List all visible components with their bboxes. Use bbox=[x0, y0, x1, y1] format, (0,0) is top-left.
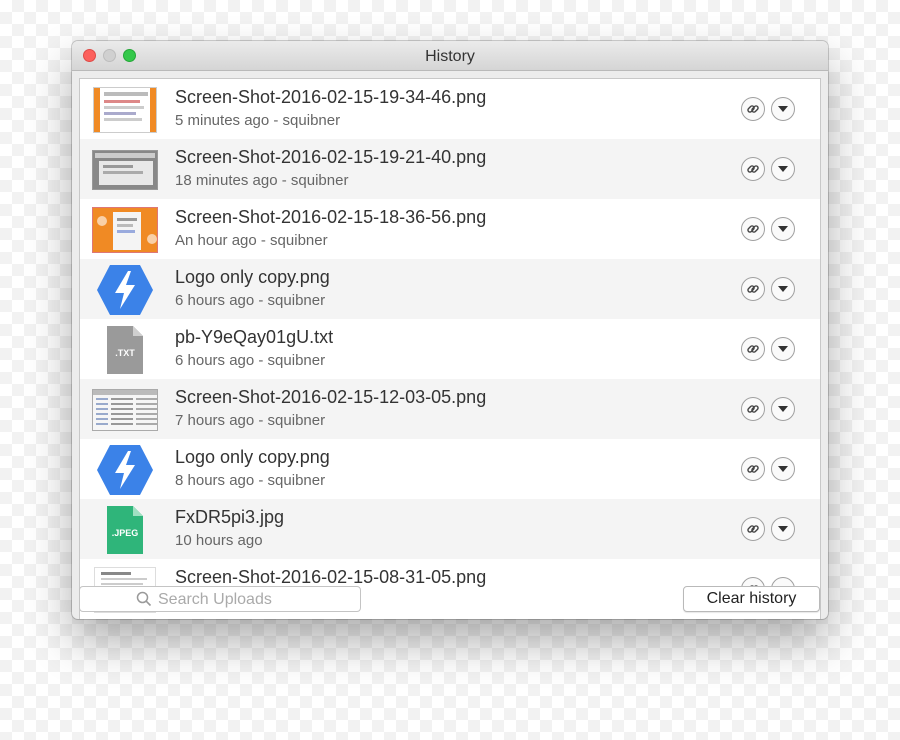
file-meta: 8 hours ago - squibner bbox=[175, 472, 326, 489]
link-icon bbox=[747, 165, 759, 173]
list-item[interactable]: Screen-Shot-2016-02-15-12-03-05.png 7 ho… bbox=[80, 379, 820, 439]
file-name: Screen-Shot-2016-02-15-12-03-05.png bbox=[175, 387, 487, 407]
file-meta: 5 minutes ago - squibner bbox=[175, 112, 341, 129]
file-name: pb-Y9eQay01gU.txt bbox=[175, 327, 334, 347]
thumbnail bbox=[92, 145, 158, 195]
thumbnail bbox=[92, 265, 158, 315]
file-name: Screen-Shot-2016-02-15-18-36-56.png bbox=[175, 207, 487, 227]
link-icon bbox=[747, 105, 759, 113]
link-icon bbox=[747, 525, 759, 533]
history-window: History Screen-Shot-2016-02-15-19-34-46.… bbox=[72, 41, 828, 619]
chevron-down-icon bbox=[778, 106, 788, 112]
list-item[interactable]: Logo only copy.png 8 hours ago - squibne… bbox=[80, 439, 820, 499]
link-icon bbox=[747, 465, 759, 473]
item-menu-button[interactable] bbox=[771, 217, 795, 241]
history-list[interactable]: Screen-Shot-2016-02-15-19-34-46.png 5 mi… bbox=[79, 78, 821, 619]
file-meta: 7 hours ago - squibner bbox=[175, 412, 326, 429]
copy-link-button[interactable] bbox=[741, 277, 765, 301]
chevron-down-icon bbox=[778, 166, 788, 172]
link-icon bbox=[747, 285, 759, 293]
search-placeholder: Search Uploads bbox=[158, 591, 272, 608]
item-menu-button[interactable] bbox=[771, 157, 795, 181]
title-bar: History bbox=[72, 41, 828, 71]
chevron-down-icon bbox=[778, 286, 788, 292]
thumbnail bbox=[92, 205, 158, 255]
item-menu-button[interactable] bbox=[771, 397, 795, 421]
chevron-down-icon bbox=[778, 526, 788, 532]
copy-link-button[interactable] bbox=[741, 97, 765, 121]
file-name: Screen-Shot-2016-02-15-08-31-05.png bbox=[175, 567, 487, 587]
thumbnail: .JPEG bbox=[92, 505, 158, 555]
chevron-down-icon bbox=[778, 406, 788, 412]
window-title: History bbox=[425, 48, 475, 65]
file-meta: 6 hours ago - squibner bbox=[175, 352, 326, 369]
chevron-down-icon bbox=[778, 226, 788, 232]
item-menu-button[interactable] bbox=[771, 457, 795, 481]
copy-link-button[interactable] bbox=[741, 157, 765, 181]
file-type-label: .JPEG bbox=[111, 528, 139, 538]
copy-link-button[interactable] bbox=[741, 457, 765, 481]
file-meta: 6 hours ago - squibner bbox=[175, 292, 326, 309]
logo-hexagon-icon bbox=[97, 265, 153, 315]
item-menu-button[interactable] bbox=[771, 97, 795, 121]
list-item[interactable]: Screen-Shot-2016-02-15-19-34-46.png 5 mi… bbox=[80, 79, 820, 139]
link-icon bbox=[747, 225, 759, 233]
link-icon bbox=[747, 405, 759, 413]
copy-link-button[interactable] bbox=[741, 337, 765, 361]
item-menu-button[interactable] bbox=[771, 277, 795, 301]
copy-link-button[interactable] bbox=[741, 517, 765, 541]
list-item[interactable]: Screen-Shot-2016-02-15-19-21-40.png 18 m… bbox=[80, 139, 820, 199]
file-name: Screen-Shot-2016-02-15-19-21-40.png bbox=[175, 147, 487, 167]
item-menu-button[interactable] bbox=[771, 337, 795, 361]
search-icon bbox=[136, 591, 152, 607]
file-name: Screen-Shot-2016-02-15-19-34-46.png bbox=[175, 87, 487, 107]
file-name: Logo only copy.png bbox=[175, 267, 330, 287]
thumbnail bbox=[92, 445, 158, 495]
chevron-down-icon bbox=[778, 466, 788, 472]
txt-file-icon: .TXT bbox=[107, 326, 143, 374]
clear-history-button[interactable]: Clear history bbox=[683, 586, 820, 612]
file-meta: 18 minutes ago - squibner bbox=[175, 172, 349, 189]
copy-link-button[interactable] bbox=[741, 217, 765, 241]
file-name: FxDR5pi3.jpg bbox=[175, 507, 285, 527]
logo-hexagon-icon bbox=[97, 445, 153, 495]
jpeg-file-icon: .JPEG bbox=[107, 506, 143, 554]
file-meta: 10 hours ago bbox=[175, 532, 263, 549]
thumbnail bbox=[92, 85, 158, 135]
thumbnail bbox=[92, 385, 158, 435]
list-item[interactable]: Logo only copy.png 6 hours ago - squibne… bbox=[80, 259, 820, 319]
thumbnail: .TXT bbox=[92, 325, 158, 375]
list-item[interactable]: .TXT pb-Y9eQay01gU.txt 6 hours ago - squ… bbox=[80, 319, 820, 379]
item-menu-button[interactable] bbox=[771, 517, 795, 541]
chevron-down-icon bbox=[778, 346, 788, 352]
copy-link-button[interactable] bbox=[741, 397, 765, 421]
file-type-label: .TXT bbox=[115, 348, 135, 358]
file-meta: An hour ago - squibner bbox=[175, 232, 328, 249]
list-item[interactable]: Screen-Shot-2016-02-15-18-36-56.png An h… bbox=[80, 199, 820, 259]
file-name: Logo only copy.png bbox=[175, 447, 330, 467]
search-input[interactable]: Search Uploads bbox=[79, 586, 361, 612]
list-item[interactable]: .JPEG FxDR5pi3.jpg 10 hours ago bbox=[80, 499, 820, 559]
link-icon bbox=[747, 345, 759, 353]
